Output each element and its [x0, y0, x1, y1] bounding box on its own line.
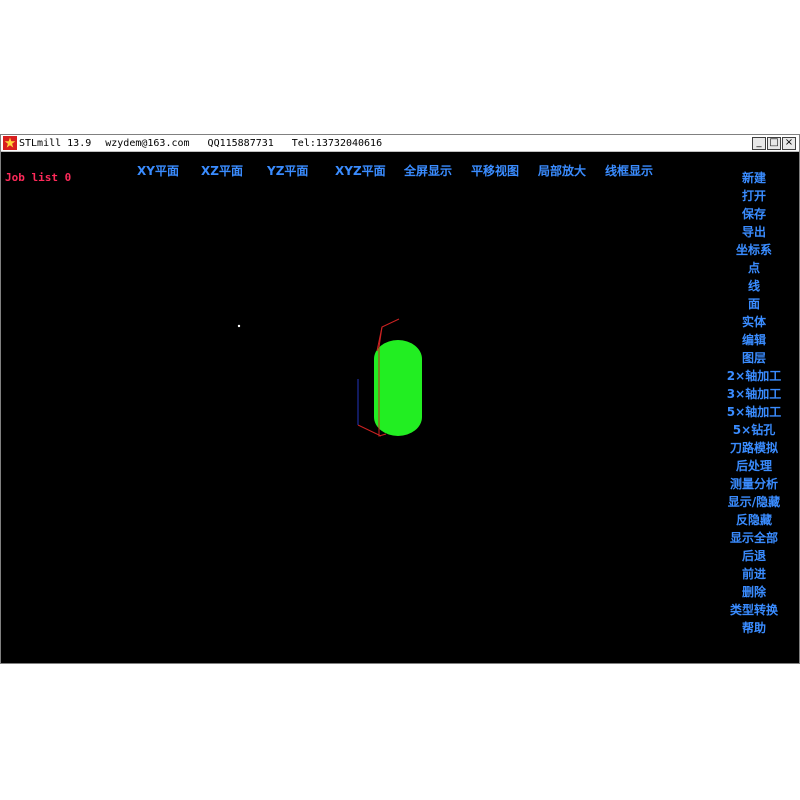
menu-export[interactable]: 导出: [742, 223, 766, 241]
title-bar[interactable]: STLmill 13.9 wzydem@163.com QQ115887731 …: [1, 135, 799, 152]
menu-toolpath-simulation[interactable]: 刀路模拟: [730, 439, 778, 457]
menu-solid[interactable]: 实体: [742, 313, 766, 331]
menu-forward[interactable]: 前进: [742, 565, 766, 583]
menu-show-all[interactable]: 显示全部: [730, 529, 778, 547]
menu-open[interactable]: 打开: [742, 187, 766, 205]
minimize-button[interactable]: _: [752, 136, 766, 150]
menu-3axis-machining[interactable]: 3×轴加工: [727, 385, 781, 403]
menu-type-convert[interactable]: 类型转换: [730, 601, 778, 619]
origin-marker: [237, 324, 241, 328]
menu-show-hide[interactable]: 显示/隐藏: [728, 493, 780, 511]
menu-coordinate-system[interactable]: 坐标系: [736, 241, 772, 259]
menu-unhide[interactable]: 反隐藏: [736, 511, 772, 529]
model-scene[interactable]: [1, 153, 799, 663]
author-qq: QQ115887731: [207, 137, 274, 149]
menu-line[interactable]: 线: [748, 277, 760, 295]
app-window: STLmill 13.9 wzydem@163.com QQ115887731 …: [0, 134, 800, 664]
menu-point[interactable]: 点: [748, 259, 760, 277]
maximize-button[interactable]: □: [767, 136, 781, 150]
author-tel: Tel:13732040616: [291, 137, 383, 149]
3d-viewport[interactable]: Job list 0 XY平面 XZ平面 YZ平面 XYZ平面 全屏显示 平移视…: [1, 153, 799, 663]
close-button[interactable]: ×: [782, 136, 796, 150]
menu-measure-analysis[interactable]: 测量分析: [730, 475, 778, 493]
menu-new[interactable]: 新建: [742, 169, 766, 187]
stlmill-app-icon[interactable]: [3, 136, 17, 150]
side-command-menu: 新建 打开 保存 导出 坐标系 点 线 面 实体 编辑 图层 2×轴加工 3×轴…: [715, 169, 793, 637]
menu-surface[interactable]: 面: [748, 295, 760, 313]
menu-2axis-machining[interactable]: 2×轴加工: [727, 367, 781, 385]
menu-edit[interactable]: 编辑: [742, 331, 766, 349]
menu-save[interactable]: 保存: [742, 205, 766, 223]
menu-back[interactable]: 后退: [742, 547, 766, 565]
author-email: wzydem@163.com: [105, 137, 190, 149]
menu-help[interactable]: 帮助: [742, 619, 766, 637]
menu-delete[interactable]: 删除: [742, 583, 766, 601]
cylinder-model[interactable]: [374, 340, 422, 436]
menu-post-processing[interactable]: 后处理: [736, 457, 772, 475]
menu-5axis-machining[interactable]: 5×轴加工: [727, 403, 781, 421]
menu-layer[interactable]: 图层: [742, 349, 766, 367]
menu-5axis-drilling[interactable]: 5×钻孔: [733, 421, 775, 439]
app-name: STLmill 13.9: [19, 137, 92, 149]
